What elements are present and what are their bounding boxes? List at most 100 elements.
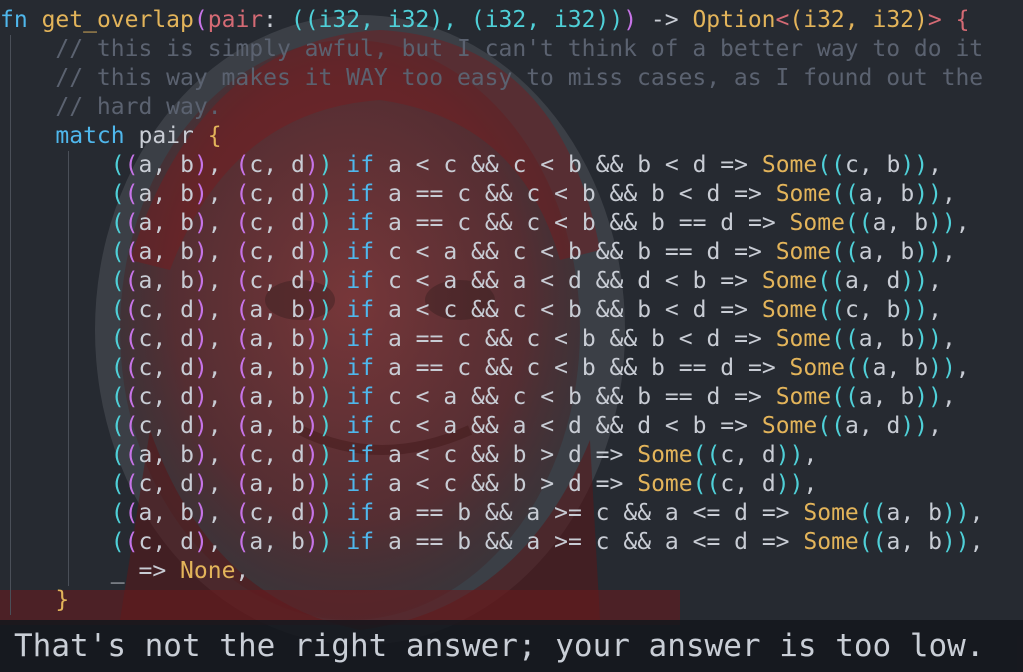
match-arm-line: ((c, d), (a, b)) if a == b && a >= c && … xyxy=(0,528,1023,557)
arm-arrow: => xyxy=(581,442,638,468)
arm-comma: , xyxy=(955,210,970,236)
arm-comma: , xyxy=(928,268,942,294)
arm-result: ((a, d)) xyxy=(817,268,929,294)
match-arm-line: ((a, b), (c, d)) if a == c && c < b && b… xyxy=(0,180,1023,209)
if-keyword: if xyxy=(346,471,375,497)
comment-text: // hard way. xyxy=(55,94,222,120)
comment-text: // this is simply awful, but I can't thi… xyxy=(55,36,984,62)
arm-arrow: => xyxy=(581,471,638,497)
return-arrow: -> xyxy=(637,7,693,33)
arm-result: ((a, b)) xyxy=(831,326,942,352)
some-constructor: Some xyxy=(761,152,818,178)
arm-comma: , xyxy=(941,384,956,410)
match-arm-line: ((a, b), (c, d)) if a < c && c < b && b … xyxy=(0,151,1023,180)
some-constructor: Some xyxy=(803,529,859,555)
if-keyword: if xyxy=(346,210,375,236)
arm-pattern: ((c, d), (a, b)) xyxy=(110,384,333,410)
indent-guide xyxy=(10,122,11,151)
arm-result: ((c, b)) xyxy=(817,297,929,323)
arm-guard-condition: a == c && c < b && b == d xyxy=(387,210,735,236)
arm-result: ((c, b)) xyxy=(817,152,929,178)
arm-pattern: ((c, d), (a, b)) xyxy=(110,471,333,497)
match-close-line: } xyxy=(0,586,1023,615)
indent-guide xyxy=(10,180,11,209)
arm-comma: , xyxy=(941,326,956,352)
indent-guide xyxy=(68,557,69,586)
indent-guide xyxy=(10,528,11,557)
if-keyword: if xyxy=(346,239,375,265)
arm-pattern: ((c, d), (a, b)) xyxy=(110,326,333,352)
arm-result: ((a, d)) xyxy=(817,413,929,439)
if-keyword: if xyxy=(346,326,375,352)
arm-pattern: ((a, b), (c, d)) xyxy=(110,442,333,468)
code-editor[interactable]: fn get_overlap(pair: ((i32, i32), (i32, … xyxy=(0,6,1023,615)
arm-guard-condition: a == c && c < b && b < d xyxy=(387,181,721,207)
indent-guide xyxy=(68,383,69,412)
arm-result: ((a, b)) xyxy=(831,239,942,265)
arm-comma: , xyxy=(803,442,818,468)
indent-guide xyxy=(68,209,69,238)
arm-guard-condition: a == c && c < b && b == d xyxy=(387,355,735,381)
indent-guide xyxy=(10,209,11,238)
arm-result: ((a, b)) xyxy=(831,384,942,410)
arm-guard-condition: a == b && a >= c && a <= d xyxy=(387,500,748,526)
some-constructor: Some xyxy=(775,181,832,207)
some-constructor: Some xyxy=(775,384,832,410)
comment-line: // hard way. xyxy=(0,93,1023,122)
arm-arrow: => xyxy=(720,384,776,410)
indent-guide xyxy=(10,383,11,412)
arm-comma: , xyxy=(969,529,984,555)
wildcard-pattern: _ xyxy=(110,558,125,584)
arm-result: ((a, b)) xyxy=(844,355,956,381)
status-message: That's not the right answer; your answer… xyxy=(14,628,985,664)
some-constructor: Some xyxy=(775,239,832,265)
some-constructor: Some xyxy=(761,268,818,294)
arm-arrow: => xyxy=(747,529,804,555)
indent-guide xyxy=(68,470,69,499)
arm-result: ((a, b)) xyxy=(831,181,942,207)
arm-arrow: => xyxy=(720,181,776,207)
indent-guide xyxy=(68,441,69,470)
arm-guard-condition: c < a && c < b && b == d xyxy=(387,384,721,410)
arm-arrow: => xyxy=(706,268,762,294)
indent-guide xyxy=(10,412,11,441)
indent-guide xyxy=(68,499,69,528)
if-keyword: if xyxy=(346,355,375,381)
indent-guide xyxy=(10,64,11,93)
indent-guide xyxy=(10,35,11,64)
arm-result: ((c, d)) xyxy=(692,471,804,497)
function-open-brace: { xyxy=(941,7,970,33)
indent-guide xyxy=(10,267,11,296)
match-arm-line: ((c, d), (a, b)) if c < a && a < d && d … xyxy=(0,412,1023,441)
arm-pattern: ((a, b), (c, d)) xyxy=(110,210,333,236)
indent-guide xyxy=(68,528,69,557)
arm-pattern: ((c, d), (a, b)) xyxy=(110,355,333,381)
comment-text: // this way makes it WAY too easy to mis… xyxy=(55,65,984,91)
arm-arrow: => xyxy=(734,210,790,236)
indent-guide xyxy=(68,354,69,383)
match-arm-line: ((c, d), (a, b)) if c < a && c < b && b … xyxy=(0,383,1023,412)
arm-guard-condition: c < a && c < b && b == d xyxy=(387,239,721,265)
arm-guard-condition: a == c && c < b && b < d xyxy=(387,326,721,352)
indent-guide xyxy=(10,354,11,383)
match-arm-line: ((c, d), (a, b)) if a < c && c < b && b … xyxy=(0,296,1023,325)
indent-guide xyxy=(68,325,69,354)
match-subject: pair xyxy=(124,123,208,149)
arm-arrow: => xyxy=(706,413,762,439)
indent-guide xyxy=(10,93,11,122)
arm-pattern: ((a, b), (c, d)) xyxy=(110,500,333,526)
indent-guide xyxy=(10,151,11,180)
some-constructor: Some xyxy=(789,355,845,381)
wildcard-arm-line: _ => None, xyxy=(0,557,1023,586)
if-keyword: if xyxy=(346,181,375,207)
arm-pattern: ((a, b), (c, d)) xyxy=(110,181,333,207)
arm-result: ((a, b)) xyxy=(858,500,970,526)
arm-comma: , xyxy=(941,181,956,207)
indent-guide xyxy=(10,296,11,325)
match-arms: ((a, b), (c, d)) if a < c && c < b && b … xyxy=(0,151,1023,557)
match-close-brace: } xyxy=(55,587,70,613)
if-keyword: if xyxy=(346,413,375,439)
arm-arrow: => xyxy=(747,500,804,526)
arm-pattern: ((a, b), (c, d)) xyxy=(110,239,333,265)
indent-guide xyxy=(10,499,11,528)
